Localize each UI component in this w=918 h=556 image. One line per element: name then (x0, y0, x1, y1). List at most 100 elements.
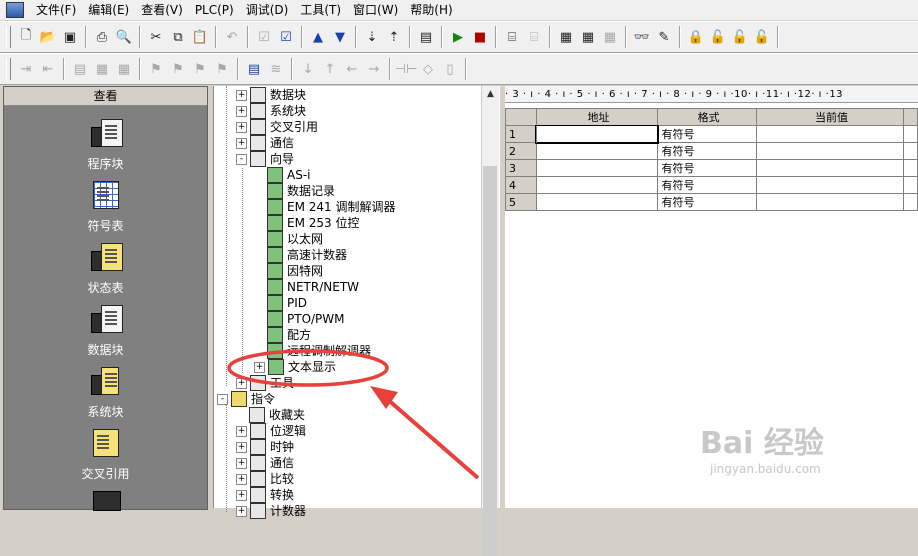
expand-icon[interactable]: + (236, 441, 247, 453)
tree-item[interactable]: 配方 (267, 327, 311, 343)
tree-item[interactable]: NETR/NETW (267, 279, 359, 295)
scroll-up-icon[interactable]: ▲ (482, 86, 499, 103)
tree-item[interactable]: - 指令 (217, 391, 275, 407)
expand-icon[interactable]: + (236, 473, 247, 485)
tree-item[interactable]: + 文本显示 (254, 359, 336, 375)
tree-item[interactable]: - 向导 (236, 151, 294, 167)
contact-icon[interactable]: ⊣⊢ (395, 58, 418, 80)
format-cell[interactable]: 有符号 (657, 193, 757, 211)
print-icon[interactable]: ⎙ (92, 26, 112, 48)
tree-item[interactable]: + 数据块 (236, 87, 306, 103)
menu-debug[interactable]: 调试(D) (240, 0, 295, 20)
tree-item[interactable]: 远程调制解调器 (267, 343, 371, 359)
nav-header[interactable]: 查看 (4, 87, 207, 106)
stop-icon[interactable]: ■ (470, 26, 490, 48)
menu-tools[interactable]: 工具(T) (294, 0, 347, 20)
current-value-cell[interactable] (755, 142, 905, 160)
tree-item[interactable]: + 工具 (236, 375, 294, 391)
menu-plc[interactable]: PLC(P) (189, 0, 240, 20)
pause-trend-icon[interactable]: ⌸ (524, 26, 544, 48)
nav-item-status-table[interactable]: 状态表 (4, 243, 207, 296)
print-preview-icon[interactable]: 🔍 (114, 26, 134, 48)
line-right-icon[interactable]: → (364, 58, 384, 80)
prev-bookmark-icon[interactable]: ⚑ (190, 58, 210, 80)
tree-item[interactable]: + 位逻辑 (236, 423, 306, 439)
format-cell[interactable]: 有符号 (657, 176, 757, 194)
column-header-format[interactable]: 格式 (657, 108, 757, 126)
program-status-icon[interactable]: ⌸ (502, 26, 522, 48)
upload-icon[interactable]: ▲ (308, 26, 328, 48)
expand-icon[interactable]: + (236, 425, 247, 437)
address-cell[interactable] (535, 176, 659, 194)
options-icon[interactable]: ▤ (416, 26, 436, 48)
nav-item-system-block[interactable]: 系统块 (4, 367, 207, 420)
current-value-cell[interactable] (755, 193, 905, 211)
extra-cell[interactable] (903, 176, 918, 194)
unlock-all-icon[interactable]: 🔓 (730, 26, 750, 48)
nav-item-symbol-table[interactable]: 符号表 (4, 181, 207, 234)
extra-cell[interactable] (903, 159, 918, 177)
tree-item[interactable]: EM 253 位控 (267, 215, 359, 231)
save-all-icon[interactable]: ▣ (60, 26, 80, 48)
tree-item[interactable]: 收藏夹 (249, 407, 305, 423)
tree-item[interactable]: AS-i (267, 167, 311, 183)
column-header-extra[interactable] (903, 108, 918, 126)
nav-item-more[interactable] (4, 491, 207, 527)
nav-item-data-block[interactable]: 数据块 (4, 305, 207, 358)
nav-item-cross-reference[interactable]: 交叉引用 (4, 429, 207, 482)
current-value-cell[interactable] (755, 176, 905, 194)
tree-item[interactable]: + 比较 (236, 471, 294, 487)
run-icon[interactable]: ▶ (448, 26, 468, 48)
clear-bookmarks-icon[interactable]: ⚑ (212, 58, 232, 80)
menu-help[interactable]: 帮助(H) (404, 0, 458, 20)
line-left-icon[interactable]: ← (342, 58, 362, 80)
tree-item[interactable]: + 系统块 (236, 103, 306, 119)
nav-item-program-block[interactable]: 程序块 (4, 119, 207, 172)
toggle-bookmark-icon[interactable]: ⚑ (146, 58, 166, 80)
expand-icon[interactable]: + (236, 489, 247, 501)
address-cell[interactable] (535, 193, 659, 211)
toggle-comment-icon[interactable]: ▦ (92, 58, 112, 80)
paste-icon[interactable]: 📋 (190, 26, 210, 48)
extra-cell[interactable] (903, 193, 918, 211)
table-status-icon[interactable]: ▦ (578, 26, 598, 48)
sort-descending-icon[interactable]: ⇡ (384, 26, 404, 48)
force-icon[interactable]: ✎ (654, 26, 674, 48)
delete-network-icon[interactable]: ⇤ (38, 58, 58, 80)
expand-icon[interactable]: + (236, 105, 247, 117)
sort-ascending-icon[interactable]: ⇣ (362, 26, 382, 48)
tree-item[interactable]: 以太网 (267, 231, 323, 247)
tree-item[interactable]: EM 241 调制解调器 (267, 199, 395, 215)
line-down-icon[interactable]: ↓ (298, 58, 318, 80)
collapse-icon[interactable]: - (217, 393, 228, 405)
expand-icon[interactable]: + (236, 121, 247, 133)
tree-item[interactable]: + 计数器 (236, 503, 306, 519)
extra-cell[interactable] (903, 142, 918, 160)
undo-icon[interactable]: ↶ (222, 26, 242, 48)
toggle-symbol-icon[interactable]: ▦ (114, 58, 134, 80)
compile-icon[interactable]: ☑ (254, 26, 274, 48)
menu-edit[interactable]: 编辑(E) (82, 0, 135, 20)
collapse-icon[interactable]: - (236, 153, 247, 165)
coil-icon[interactable]: ◇ (418, 58, 438, 80)
tree-item[interactable]: + 交叉引用 (236, 119, 318, 135)
menu-view[interactable]: 查看(V) (135, 0, 189, 20)
unlock-icon[interactable]: 🔓 (708, 26, 728, 48)
box-icon[interactable]: ▯ (440, 58, 460, 80)
tree-item[interactable]: PID (267, 295, 307, 311)
tree-item[interactable]: 因特网 (267, 263, 323, 279)
scroll-thumb[interactable] (483, 166, 497, 556)
expand-icon[interactable]: + (236, 89, 247, 101)
column-header-current-value[interactable]: 当前值 (755, 108, 905, 126)
read-forced-icon[interactable]: 🔓 (752, 26, 772, 48)
tree-item[interactable]: + 时钟 (236, 439, 294, 455)
compile-all-icon[interactable]: ☑ (276, 26, 296, 48)
tree-item[interactable]: 数据记录 (267, 183, 335, 199)
tree-item[interactable]: + 通信 (236, 135, 294, 151)
column-header-address[interactable]: 地址 (535, 108, 659, 126)
expand-icon[interactable]: + (254, 361, 265, 373)
tree-item[interactable]: + 通信 (236, 455, 294, 471)
tree-item[interactable]: PTO/PWM (267, 311, 345, 327)
app-icon[interactable] (6, 2, 24, 18)
current-value-cell[interactable] (755, 159, 905, 177)
